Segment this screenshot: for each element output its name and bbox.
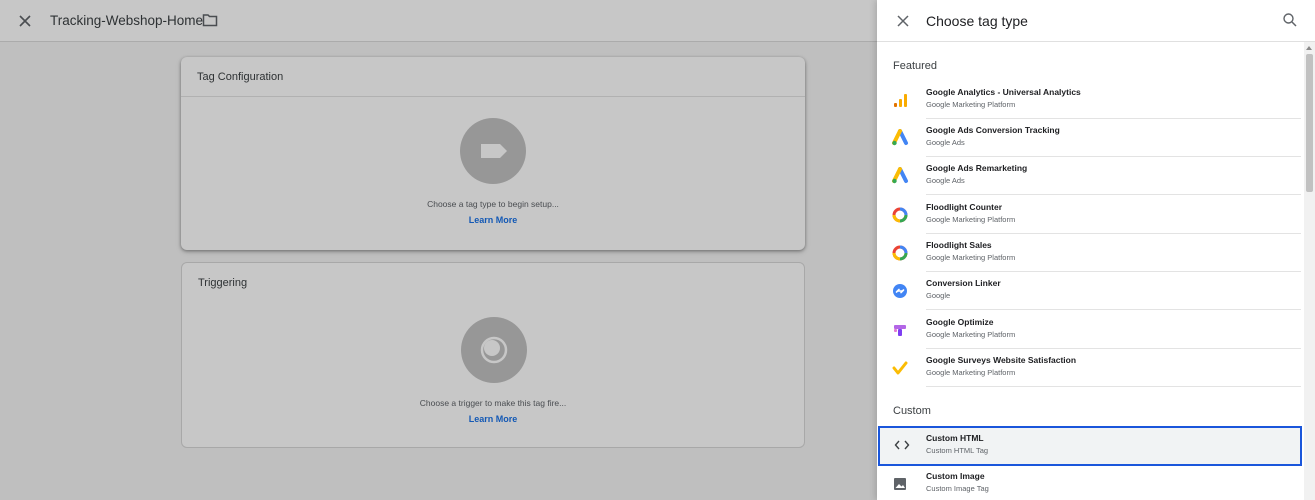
tag-type-name: Google Ads Conversion Tracking — [926, 125, 1060, 135]
tag-type-google-optimize[interactable]: Google Optimize Google Marketing Platfor… — [877, 311, 1301, 349]
google-ads-icon — [892, 167, 908, 184]
tag-type-conversion-linker[interactable]: Conversion Linker Google — [877, 272, 1301, 310]
image-icon — [894, 478, 906, 490]
tag-type-name: Floodlight Counter — [926, 202, 1003, 212]
modal-scrim[interactable] — [0, 0, 877, 500]
scroll-up-arrow-icon[interactable] — [1306, 46, 1312, 50]
floodlight-icon — [892, 207, 908, 223]
google-optimize-icon — [894, 325, 906, 336]
tag-type-vendor: Google — [926, 291, 951, 300]
tag-type-custom-image[interactable]: Custom Image Custom Image Tag — [877, 465, 1301, 500]
tag-type-vendor: Custom Image Tag — [926, 484, 989, 493]
panel-header: Choose tag type — [877, 0, 1315, 42]
tag-type-name: Custom HTML — [926, 433, 984, 443]
code-icon — [894, 440, 910, 450]
tag-type-vendor: Google Marketing Platform — [926, 253, 1016, 262]
tag-type-vendor: Custom HTML Tag — [926, 446, 989, 455]
tag-type-google-ads-remarketing[interactable]: Google Ads Remarketing Google Ads — [877, 157, 1301, 195]
google-analytics-icon — [894, 94, 907, 107]
custom-section-label: Custom — [893, 405, 931, 417]
search-icon[interactable] — [1282, 12, 1298, 28]
choose-tag-type-panel: Choose tag type Featured Google Analytic… — [877, 0, 1315, 500]
tag-type-custom-html[interactable]: Custom HTML Custom HTML Tag — [878, 426, 1302, 466]
scrollbar-thumb[interactable] — [1306, 54, 1313, 192]
tag-type-vendor: Google Marketing Platform — [926, 215, 1016, 224]
tag-type-name: Floodlight Sales — [926, 240, 992, 250]
tag-type-name: Google Ads Remarketing — [926, 163, 1028, 173]
tag-type-name: Google Analytics - Universal Analytics — [926, 87, 1081, 97]
tag-type-name: Google Surveys Website Satisfaction — [926, 355, 1077, 365]
featured-section-label: Featured — [893, 60, 938, 72]
tag-type-google-ads-conversion[interactable]: Google Ads Conversion Tracking Google Ad… — [877, 119, 1301, 157]
tag-type-vendor: Google Ads — [926, 138, 965, 147]
google-ads-icon — [892, 129, 908, 146]
panel-scrollbar[interactable] — [1304, 42, 1315, 500]
tag-type-vendor: Google Ads — [926, 176, 965, 185]
floodlight-icon — [892, 245, 908, 261]
conversion-linker-icon — [893, 284, 907, 298]
tag-type-name: Conversion Linker — [926, 278, 1001, 288]
tag-type-name: Custom Image — [926, 471, 985, 481]
tag-type-google-analytics[interactable]: Google Analytics - Universal Analytics G… — [877, 81, 1301, 119]
tag-type-name: Google Optimize — [926, 317, 994, 327]
tag-type-vendor: Google Marketing Platform — [926, 100, 1016, 109]
tag-type-floodlight-sales[interactable]: Floodlight Sales Google Marketing Platfo… — [877, 234, 1301, 272]
tag-type-floodlight-counter[interactable]: Floodlight Counter Google Marketing Plat… — [877, 196, 1301, 234]
tag-type-vendor: Google Marketing Platform — [926, 368, 1016, 377]
google-surveys-icon — [892, 361, 908, 375]
panel-title: Choose tag type — [926, 13, 1028, 29]
close-panel-icon[interactable] — [893, 11, 913, 31]
tag-type-vendor: Google Marketing Platform — [926, 330, 1016, 339]
tag-type-google-surveys[interactable]: Google Surveys Website Satisfaction Goog… — [877, 349, 1301, 387]
